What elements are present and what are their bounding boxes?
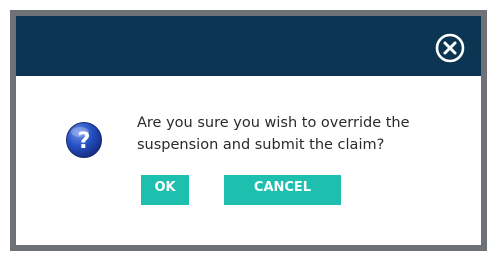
question-icon: ?: [66, 122, 102, 158]
close-circle-icon: [435, 33, 465, 63]
svg-text:?: ?: [78, 129, 91, 154]
dialog-frame: ? Are you sure you wish to override the …: [10, 10, 487, 251]
dialog-message: Are you sure you wish to override the su…: [137, 115, 410, 153]
close-button[interactable]: [435, 33, 465, 63]
cancel-button[interactable]: CANCEL: [224, 175, 341, 205]
ok-button[interactable]: OK: [141, 175, 189, 205]
dialog-titlebar: [16, 16, 481, 76]
dialog-body: ? Are you sure you wish to override the …: [16, 76, 481, 245]
confirm-dialog: ? Are you sure you wish to override the …: [16, 16, 481, 245]
